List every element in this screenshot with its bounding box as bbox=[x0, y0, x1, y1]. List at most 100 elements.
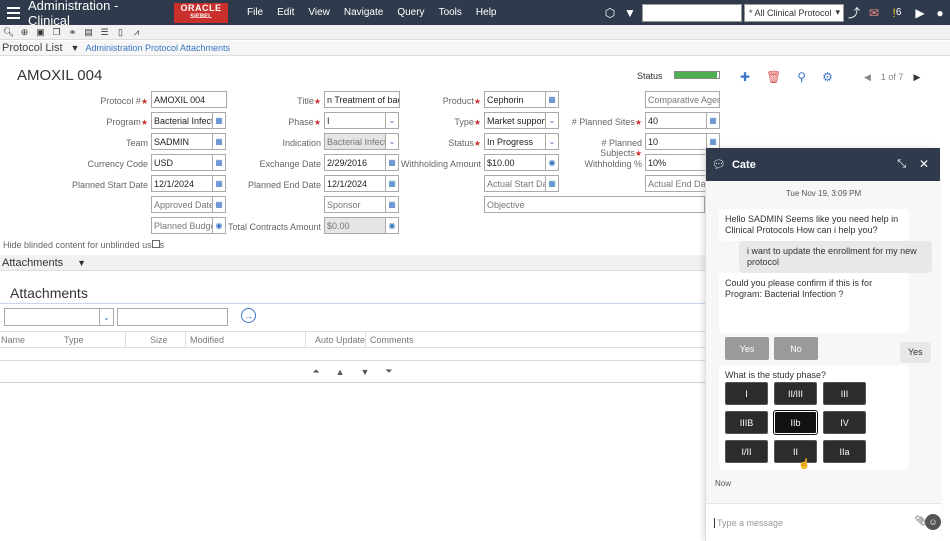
type-field[interactable]: Market support bbox=[484, 112, 546, 129]
phase-option-button[interactable]: IIa bbox=[823, 440, 866, 463]
phase-option-button[interactable]: I bbox=[725, 382, 768, 405]
status-dropdown-icon[interactable]: ⌄ bbox=[545, 133, 559, 150]
link-icon[interactable]: ⚭ bbox=[67, 27, 78, 38]
withholding-amount-field[interactable]: $10.00 bbox=[484, 154, 546, 171]
next-page-icon[interactable]: ▼ bbox=[361, 367, 370, 377]
title-field[interactable]: n Treatment of bact bbox=[324, 91, 400, 108]
currency-code-field[interactable]: USD bbox=[151, 154, 213, 171]
paste-icon[interactable]: ▤ bbox=[83, 27, 94, 38]
view-selector[interactable]: Protocol List bbox=[0, 42, 63, 54]
query-icon[interactable]: 🔍︎ bbox=[3, 27, 14, 38]
team-picker-icon[interactable]: ▦ bbox=[212, 133, 226, 150]
column-auto-update[interactable]: Auto Update bbox=[315, 335, 365, 345]
column-comments[interactable]: Comments bbox=[370, 335, 414, 345]
withholding-amount-calc-icon[interactable]: ◉ bbox=[545, 154, 559, 171]
delete-icon[interactable]: 🗑︎ bbox=[766, 70, 781, 84]
previous-page-icon[interactable]: ▲ bbox=[336, 367, 345, 377]
type-dropdown-icon[interactable]: ⌄ bbox=[545, 112, 559, 129]
planned-sites-calc-icon[interactable]: ▦ bbox=[706, 112, 720, 129]
indication-dropdown-icon[interactable]: ⌄ bbox=[385, 133, 399, 150]
last-page-icon[interactable]: ⏷ bbox=[385, 366, 392, 377]
phase-field[interactable]: I bbox=[324, 112, 386, 129]
minimize-icon[interactable]: ⤡ bbox=[897, 158, 906, 171]
global-search-input[interactable] bbox=[642, 3, 742, 22]
planned-budget-field[interactable]: Planned Budget bbox=[151, 217, 213, 234]
video-icon[interactable]: ▶ bbox=[910, 3, 930, 23]
settings-gear-icon[interactable]: ⚙ bbox=[822, 70, 833, 84]
next-record-icon[interactable]: ▶ bbox=[913, 72, 920, 83]
actual-end-date-field[interactable]: Actual End Date bbox=[645, 175, 707, 192]
phase-option-button[interactable]: III bbox=[823, 382, 866, 405]
status-field[interactable]: In Progress bbox=[484, 133, 546, 150]
yes-button[interactable]: Yes bbox=[725, 337, 769, 360]
caret-down-icon[interactable]: ▼ bbox=[71, 43, 80, 53]
save-icon[interactable]: ▣ bbox=[35, 27, 46, 38]
chevron-down-icon[interactable]: ⌄ bbox=[99, 309, 113, 325]
breadcrumb-link[interactable]: Administration Protocol Attachments bbox=[85, 43, 230, 53]
sponsor-field[interactable]: Sponsor bbox=[324, 196, 386, 213]
copy-icon[interactable]: ❐ bbox=[51, 27, 62, 38]
planned-end-date-field[interactable]: 12/1/2024 bbox=[324, 175, 386, 192]
add-record-icon[interactable]: ✚ bbox=[740, 70, 750, 84]
chat-icon[interactable]: ✉ bbox=[864, 3, 884, 23]
planned-start-date-field[interactable]: 12/1/2024 bbox=[151, 175, 213, 192]
menu-help[interactable]: Help bbox=[469, 7, 504, 18]
previous-record-icon[interactable]: ◀ bbox=[864, 72, 871, 83]
first-page-icon[interactable]: ⏶ bbox=[312, 366, 319, 377]
list-icon[interactable]: ☰ bbox=[99, 27, 110, 38]
team-field[interactable]: SADMIN bbox=[151, 133, 213, 150]
close-icon[interactable]: ✕ bbox=[919, 157, 929, 171]
program-field[interactable]: Bacterial Infectio bbox=[151, 112, 213, 129]
share-icon[interactable]: ⤴ bbox=[844, 3, 864, 23]
phase-option-button[interactable]: II/III bbox=[774, 382, 817, 405]
menu-tools[interactable]: Tools bbox=[432, 7, 469, 18]
phase-option-button[interactable]: IIIB bbox=[725, 411, 768, 434]
phase-dropdown-icon[interactable]: ⌄ bbox=[385, 112, 399, 129]
planned-end-calendar-icon[interactable]: ▦ bbox=[385, 175, 399, 192]
protocol-scope-select[interactable]: * All Clinical Protocol bbox=[744, 3, 844, 22]
menu-navigate[interactable]: Navigate bbox=[337, 7, 390, 18]
actual-start-date-field[interactable]: Actual Start Dat bbox=[484, 175, 546, 192]
phase-option-button-selected[interactable]: IIb bbox=[773, 410, 818, 435]
objective-field[interactable]: Objective bbox=[484, 196, 705, 213]
clipboard-icon[interactable]: ▯ bbox=[115, 27, 126, 38]
phase-option-button[interactable]: I/II bbox=[725, 440, 768, 463]
emoji-icon[interactable]: ☺ bbox=[925, 514, 941, 530]
column-modified[interactable]: Modified bbox=[190, 335, 224, 345]
planned-sites-field[interactable]: 40 bbox=[645, 112, 707, 129]
planned-subjects-field[interactable]: 10 bbox=[645, 133, 707, 150]
menu-view[interactable]: View bbox=[301, 7, 337, 18]
product-field[interactable]: Cephorin bbox=[484, 91, 546, 108]
column-type[interactable]: Type bbox=[64, 335, 84, 345]
no-button[interactable]: No bbox=[774, 337, 818, 360]
approved-date-field[interactable]: Approved Date bbox=[151, 196, 213, 213]
planned-start-calendar-icon[interactable]: ▦ bbox=[212, 175, 226, 192]
comparative-agent-field[interactable]: Comparative Agent bbox=[645, 91, 720, 108]
notification-icon[interactable]: ! 6 bbox=[884, 3, 910, 23]
chart-icon[interactable]: ⩘ bbox=[131, 27, 142, 38]
sponsor-picker-icon[interactable]: ▦ bbox=[385, 196, 399, 213]
menu-file[interactable]: File bbox=[240, 7, 270, 18]
chat-message-input[interactable]: Type a message bbox=[714, 518, 783, 528]
protocol-number-field[interactable]: AMOXIL 004 bbox=[151, 91, 227, 108]
phase-option-button[interactable]: IV bbox=[823, 411, 866, 434]
column-size[interactable]: Size bbox=[150, 335, 168, 345]
menu-edit[interactable]: Edit bbox=[270, 7, 301, 18]
caret-down-icon[interactable]: ▼ bbox=[620, 3, 640, 23]
menu-query[interactable]: Query bbox=[390, 7, 431, 18]
hide-blinded-checkbox[interactable] bbox=[152, 240, 160, 248]
exchange-date-field[interactable]: 2/29/2016 bbox=[324, 154, 386, 171]
search-icon[interactable]: ⚲ bbox=[797, 70, 806, 84]
caret-down-icon[interactable]: ▼ bbox=[77, 258, 86, 268]
cube-icon[interactable]: ⬡ bbox=[600, 3, 620, 23]
add-icon[interactable]: ⊕ bbox=[19, 27, 30, 38]
column-name[interactable]: Name bbox=[1, 335, 25, 345]
attachments-query-field-select[interactable]: ⌄ bbox=[4, 308, 114, 326]
program-picker-icon[interactable]: ▦ bbox=[212, 112, 226, 129]
indication-field[interactable]: Bacterial Infectio bbox=[324, 133, 386, 150]
attachments-tab[interactable]: Attachments bbox=[0, 257, 63, 269]
phase-option-button[interactable]: II bbox=[774, 440, 817, 463]
approved-date-calendar-icon[interactable]: ▦ bbox=[212, 196, 226, 213]
user-icon[interactable]: ● bbox=[930, 3, 950, 23]
withholding-percent-field[interactable]: 10% bbox=[645, 154, 707, 171]
